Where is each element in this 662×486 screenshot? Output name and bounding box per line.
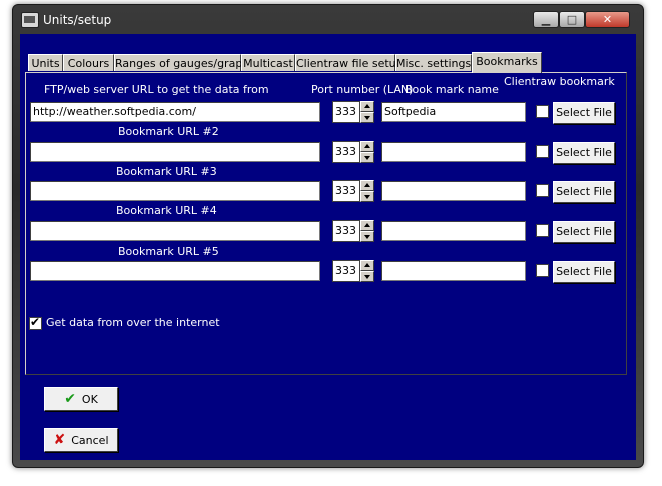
tab-misc-settings[interactable]: Misc. settings (395, 54, 472, 71)
clientraw-checkbox-3[interactable] (536, 184, 549, 197)
clientraw-checkbox-4[interactable] (536, 224, 549, 237)
select-file-button-3[interactable]: Select File (553, 181, 615, 203)
bookmark-url-label-4: Bookmark URL #4 (116, 204, 217, 217)
minimize-button[interactable]: ▁ (533, 11, 559, 28)
cross-icon: ✘ (53, 432, 66, 448)
select-file-button-1[interactable]: Select File (553, 102, 615, 124)
bookmark-url-input-5[interactable] (30, 261, 320, 281)
tab-ranges[interactable]: Ranges of gauges/graph (114, 54, 249, 71)
close-button[interactable]: ✕ (585, 11, 630, 28)
spin-up-icon[interactable] (360, 101, 374, 112)
bookmark-name-input-2[interactable] (381, 142, 526, 162)
clientraw-bookmark-header: Clientraw bookmark (504, 75, 615, 88)
cancel-button[interactable]: ✘ Cancel (44, 428, 118, 452)
spin-up-icon[interactable] (360, 220, 374, 231)
select-file-button-4[interactable]: Select File (553, 221, 615, 243)
spin-down-icon[interactable] (360, 231, 374, 242)
bookmarks-panel: FTP/web server URL to get the data from … (25, 72, 627, 375)
checkmark-icon: ✔ (64, 391, 76, 407)
minimize-icon: ▁ (541, 13, 551, 26)
ftp-url-header: FTP/web server URL to get the data from (44, 83, 269, 96)
bookmark-name-input-4[interactable] (381, 221, 526, 241)
ok-button[interactable]: ✔ OK (44, 387, 118, 411)
bookmark-name-input-5[interactable] (381, 261, 526, 281)
tab-bookmarks[interactable]: Bookmarks (472, 52, 542, 73)
tab-multicast[interactable]: Multicast (241, 54, 295, 71)
port-spinner-3[interactable]: 333 (332, 180, 374, 202)
app-icon (21, 12, 39, 28)
tab-clientraw-file-setup[interactable]: Clientraw file setup (295, 54, 403, 71)
title-bar[interactable]: Units/setup ▁ □ ✕ (13, 5, 643, 35)
close-icon: ✕ (602, 13, 613, 26)
select-file-button-5[interactable]: Select File (553, 261, 615, 283)
bookmark-name-input-1[interactable]: Softpedia (381, 102, 526, 122)
port-spinner-5[interactable]: 333 (332, 260, 374, 282)
bookmark-url-input-3[interactable] (30, 181, 320, 201)
clientraw-checkbox-5[interactable] (536, 264, 549, 277)
setup-window: Units/setup ▁ □ ✕ Units Colours Ranges o… (12, 4, 644, 468)
port-value-3[interactable]: 333 (332, 180, 360, 202)
bookmark-url-input-1[interactable]: http://weather.softpedia.com/ (30, 102, 320, 122)
internet-checkbox[interactable] (29, 315, 42, 330)
spin-up-icon[interactable] (360, 180, 374, 191)
port-spinner-4[interactable]: 333 (332, 220, 374, 242)
clientraw-checkbox-1[interactable] (536, 105, 549, 118)
maximize-button[interactable]: □ (559, 11, 585, 28)
spin-down-icon[interactable] (360, 271, 374, 282)
spin-down-icon[interactable] (360, 191, 374, 202)
maximize-icon: □ (566, 13, 578, 26)
bookmark-url-label-2: Bookmark URL #2 (118, 125, 219, 138)
tab-colours[interactable]: Colours (63, 54, 114, 71)
clientraw-checkbox-2[interactable] (536, 145, 549, 158)
window-title: Units/setup (43, 13, 112, 27)
bookmark-url-label-5: Bookmark URL #5 (118, 245, 219, 258)
tab-units[interactable]: Units (28, 54, 63, 71)
port-value-1[interactable]: 333 (332, 101, 360, 123)
port-spinner-1[interactable]: 333 (332, 101, 374, 123)
client-area: Units Colours Ranges of gauges/graph Mul… (20, 34, 636, 460)
bookmark-url-input-2[interactable] (30, 142, 320, 162)
port-value-5[interactable]: 333 (332, 260, 360, 282)
bookmark-url-input-4[interactable] (30, 221, 320, 241)
cancel-label: Cancel (71, 434, 109, 447)
select-file-button-2[interactable]: Select File (553, 142, 615, 164)
spin-up-icon[interactable] (360, 141, 374, 152)
internet-checkbox-label[interactable]: Get data from over the internet (46, 316, 220, 329)
spin-up-icon[interactable] (360, 260, 374, 271)
port-value-2[interactable]: 333 (332, 141, 360, 163)
spin-down-icon[interactable] (360, 152, 374, 163)
ok-label: OK (81, 393, 98, 406)
port-header: Port number (LAN) (311, 83, 414, 96)
spin-down-icon[interactable] (360, 112, 374, 123)
bookmark-url-label-3: Bookmark URL #3 (116, 165, 217, 178)
bookmark-name-header: Book mark name (405, 83, 499, 96)
bookmark-name-input-3[interactable] (381, 181, 526, 201)
port-value-4[interactable]: 333 (332, 220, 360, 242)
port-spinner-2[interactable]: 333 (332, 141, 374, 163)
